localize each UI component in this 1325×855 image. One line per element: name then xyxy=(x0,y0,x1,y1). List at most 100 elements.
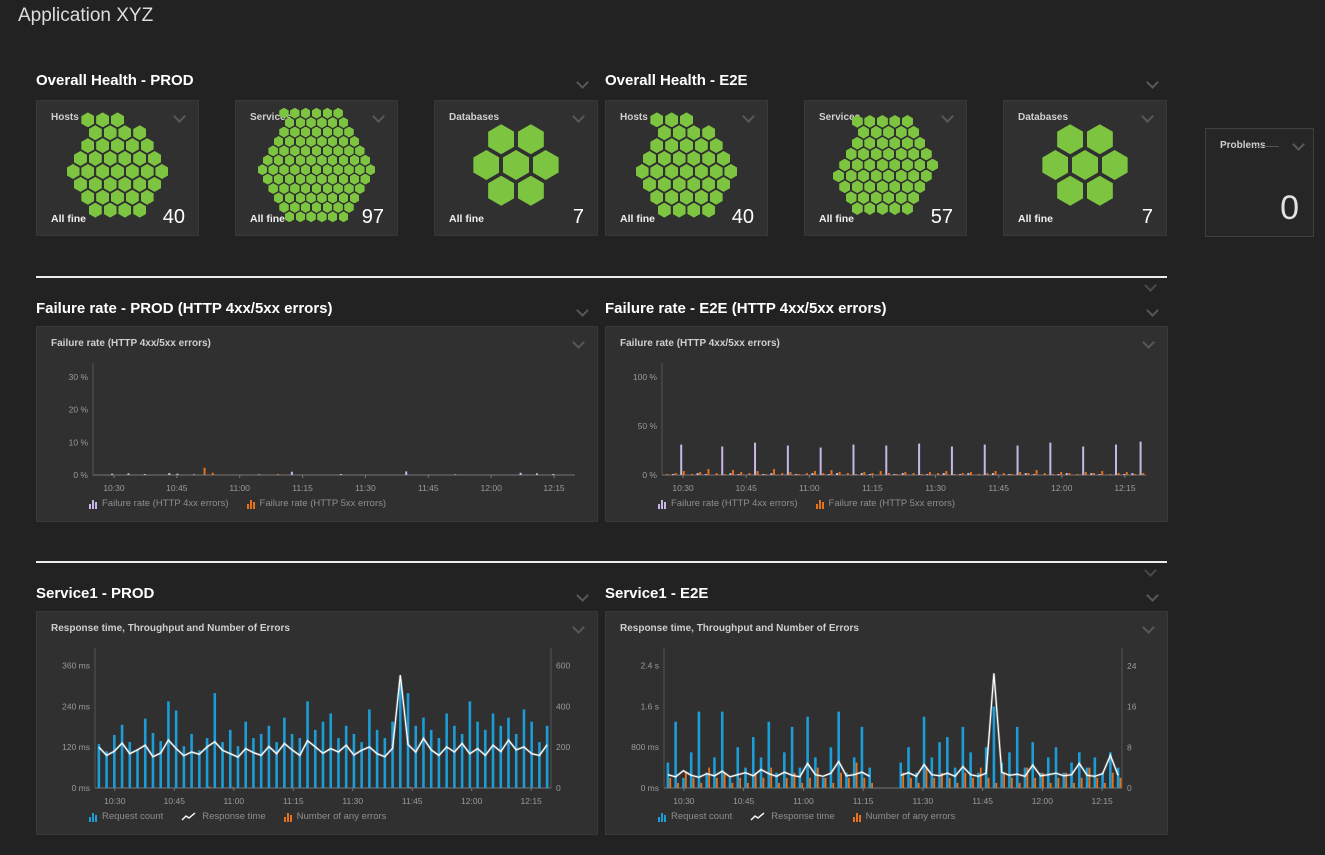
hexagon xyxy=(141,190,154,205)
chart-title: Response time, Throughput and Number of … xyxy=(620,623,859,634)
svg-text:240 ms: 240 ms xyxy=(62,701,90,711)
honeycomb-hosts xyxy=(606,121,767,209)
failure-rate-prod-chart[interactable]: 0 %10 %20 %30 %10:3010:4511:0011:1511:30… xyxy=(43,357,589,497)
svg-text:50 %: 50 % xyxy=(638,421,658,431)
svg-text:10:30: 10:30 xyxy=(103,483,125,493)
legend-item[interactable]: Number of any errors xyxy=(284,811,387,822)
hexagon xyxy=(126,138,139,153)
chevron-down-icon[interactable] xyxy=(572,336,585,349)
chart-title: Response time, Throughput and Number of … xyxy=(51,623,290,634)
chevron-down-icon[interactable] xyxy=(1146,589,1159,602)
hexagon xyxy=(301,127,311,138)
legend-item[interactable]: Response time xyxy=(750,811,834,822)
svg-text:400: 400 xyxy=(556,701,570,711)
hexagon xyxy=(339,211,349,222)
legend-item[interactable]: Number of any errors xyxy=(853,811,956,822)
hexagon xyxy=(902,202,913,215)
hexagon xyxy=(317,192,327,203)
hexagon xyxy=(877,159,888,172)
chevron-down-icon[interactable] xyxy=(1144,564,1157,577)
legend-item[interactable]: Failure rate (HTTP 4xx errors) xyxy=(89,498,229,509)
hexagon xyxy=(473,150,499,180)
section-header-health-e2e: Overall Health - E2E xyxy=(605,72,748,89)
hexagon xyxy=(687,125,700,140)
hexagon xyxy=(268,183,278,194)
hexagon xyxy=(710,138,723,153)
hexagon xyxy=(846,148,857,161)
chevron-down-icon[interactable] xyxy=(1142,621,1155,634)
svg-text:10:45: 10:45 xyxy=(733,796,755,806)
svg-text:200: 200 xyxy=(556,742,570,752)
hexagon xyxy=(301,108,311,119)
hexagon xyxy=(306,192,316,203)
hexagon xyxy=(118,125,131,140)
legend-item[interactable]: Failure rate (HTTP 4xx errors) xyxy=(658,498,798,509)
legend-label: Failure rate (HTTP 5xx errors) xyxy=(829,498,956,509)
health-tile-services-e2e[interactable]: Services All fine 57 xyxy=(804,100,967,236)
chevron-down-icon[interactable] xyxy=(576,589,589,602)
health-tile-hosts-prod[interactable]: Hosts All fine 40 xyxy=(36,100,199,236)
hexagon xyxy=(702,151,715,166)
legend-item[interactable]: Failure rate (HTTP 5xx errors) xyxy=(247,498,387,509)
legend-item[interactable]: Request count xyxy=(658,811,732,822)
failure-rate-e2e-chart[interactable]: 0 %50 %100 %10:3010:4511:0011:1511:3011:… xyxy=(612,357,1160,497)
hexagon xyxy=(148,177,161,192)
hexagon xyxy=(141,164,154,179)
hexagon xyxy=(858,126,869,139)
hexagon xyxy=(914,180,925,193)
failure-rate-e2e-tile[interactable]: Failure rate (HTTP 4xx/5xx errors) 0 %50… xyxy=(605,326,1168,522)
hexagon xyxy=(133,177,146,192)
bar-series-icon xyxy=(247,499,255,509)
hexagon xyxy=(333,127,343,138)
svg-text:800 ms: 800 ms xyxy=(631,742,659,752)
hexagon xyxy=(852,159,863,172)
health-tile-databases-prod[interactable]: Databases All fine 7 xyxy=(434,100,598,236)
chevron-down-icon[interactable] xyxy=(1142,336,1155,349)
legend-label: Failure rate (HTTP 4xx errors) xyxy=(102,498,229,509)
hexagon xyxy=(290,108,300,119)
service1-e2e-tile[interactable]: Response time, Throughput and Number of … xyxy=(605,611,1168,835)
hexagon xyxy=(883,148,894,161)
svg-text:12:15: 12:15 xyxy=(521,796,543,806)
entity-count: 7 xyxy=(573,206,584,229)
failure-rate-prod-tile[interactable]: Failure rate (HTTP 4xx/5xx errors) 0 %10… xyxy=(36,326,598,522)
legend-item[interactable]: Failure rate (HTTP 5xx errors) xyxy=(816,498,956,509)
service1-prod-tile[interactable]: Response time, Throughput and Number of … xyxy=(36,611,598,835)
chevron-down-icon[interactable] xyxy=(1144,279,1157,292)
hexagon xyxy=(680,138,693,153)
hexagon xyxy=(296,155,306,166)
problems-tile[interactable]: Problems 0 xyxy=(1205,128,1314,237)
chevron-down-icon[interactable] xyxy=(1292,138,1305,151)
service1-e2e-chart[interactable]: 0 ms800 ms1.6 s2.4 s08162410:3010:4511:0… xyxy=(612,642,1160,810)
hexagon xyxy=(306,174,316,185)
service1-prod-chart[interactable]: 0 ms120 ms240 ms360 ms020040060010:3010:… xyxy=(43,642,589,810)
chevron-down-icon[interactable] xyxy=(1146,304,1159,317)
svg-text:600: 600 xyxy=(556,661,570,671)
legend-label: Number of any errors xyxy=(297,811,387,822)
hexagon xyxy=(111,112,124,127)
hexagon xyxy=(883,191,894,204)
hexagon xyxy=(296,117,306,128)
hexagon xyxy=(503,150,529,180)
hexagon xyxy=(643,177,656,192)
chevron-down-icon[interactable] xyxy=(576,76,589,89)
hexagon xyxy=(355,164,365,175)
chevron-down-icon[interactable] xyxy=(1146,76,1159,89)
svg-text:11:30: 11:30 xyxy=(925,483,946,493)
hexagon xyxy=(274,174,284,185)
health-tile-databases-e2e[interactable]: Databases All fine 7 xyxy=(1003,100,1167,236)
hexagon xyxy=(858,148,869,161)
hexagon xyxy=(1087,176,1113,206)
hexagon xyxy=(274,136,284,147)
legend-label: Failure rate (HTTP 5xx errors) xyxy=(260,498,387,509)
legend-item[interactable]: Request count xyxy=(89,811,163,822)
health-tile-hosts-e2e[interactable]: Hosts All fine 40 xyxy=(605,100,768,236)
chevron-down-icon[interactable] xyxy=(576,304,589,317)
bar-series-icon xyxy=(89,812,97,822)
chevron-down-icon[interactable] xyxy=(572,621,585,634)
hexagon xyxy=(290,202,300,213)
health-tile-services-prod[interactable]: Services All fine 97 xyxy=(235,100,398,236)
legend-item[interactable]: Response time xyxy=(181,811,265,822)
hexagon xyxy=(96,138,109,153)
hexagon xyxy=(274,155,284,166)
